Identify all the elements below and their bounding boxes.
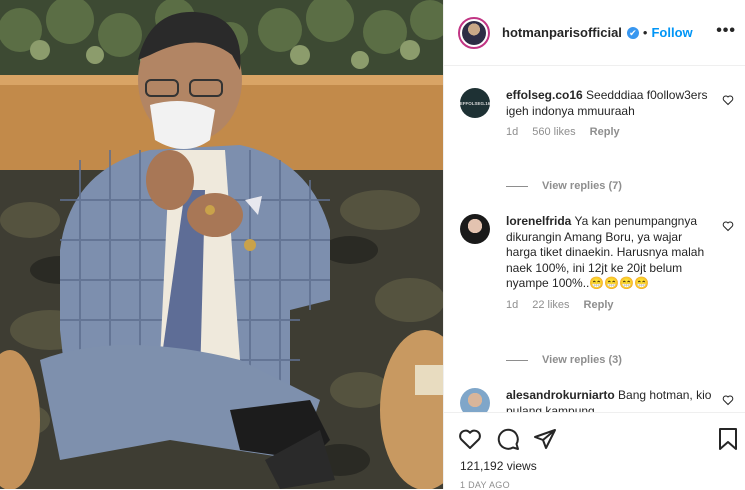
like-heart-icon[interactable] (458, 427, 482, 451)
view-replies-button[interactable]: View replies (3) (506, 354, 622, 366)
more-options-icon[interactable]: ••• (716, 22, 736, 40)
comment-likes[interactable]: 560 likes (532, 126, 575, 138)
comment-username[interactable]: alesandrokurniarto (506, 388, 615, 402)
author-username[interactable]: hotmanparisofficial (502, 25, 622, 40)
view-replies-label: View replies (3) (542, 354, 622, 366)
comment-avatar[interactable] (460, 214, 490, 244)
view-replies-line (506, 185, 528, 187)
view-replies-line (506, 359, 528, 361)
comment-like-heart-icon[interactable] (722, 220, 734, 232)
author-avatar[interactable] (458, 16, 490, 49)
comment-meta: 1d 22 likes Reply (506, 298, 716, 314)
comment-like-heart-icon[interactable] (722, 94, 734, 106)
comment-body: effolseg.co16 Seedddiaa f0ollow3ers igeh… (506, 88, 716, 141)
bookmark-icon[interactable] (716, 427, 740, 451)
post-photo (0, 0, 443, 489)
comment-likes[interactable]: 22 likes (532, 299, 569, 311)
comment-username[interactable]: lorenelfrida (506, 214, 571, 228)
reply-button[interactable]: Reply (584, 299, 614, 311)
separator-dot: • (642, 25, 648, 40)
comment-icon[interactable] (496, 427, 520, 451)
comment-body: alesandrokurniarto Bang hotman, kio pula… (506, 388, 716, 412)
comment-like-heart-icon[interactable] (722, 394, 734, 406)
post-side-panel: hotmanparisofficial ✔ • Follow ••• EFFOL… (443, 0, 745, 490)
comment-meta: 1d 560 likes Reply (506, 125, 716, 141)
post-media[interactable] (0, 0, 443, 489)
post-header: hotmanparisofficial ✔ • Follow ••• (444, 0, 745, 66)
post-actions-bar: 121,192 views 1 DAY AGO (444, 412, 745, 490)
comment-avatar[interactable] (460, 388, 490, 412)
share-icon[interactable] (533, 427, 557, 451)
reply-button[interactable]: Reply (590, 126, 620, 138)
comment-avatar[interactable]: EFFOLSEG.16 (460, 88, 490, 118)
verified-badge-icon: ✔ (626, 26, 639, 39)
comment-time[interactable]: 1d (506, 299, 518, 311)
view-replies-label: View replies (7) (542, 180, 622, 192)
comment-username[interactable]: effolseg.co16 (506, 88, 583, 102)
comment-time[interactable]: 1d (506, 126, 518, 138)
view-replies-button[interactable]: View replies (7) (506, 180, 622, 192)
follow-button[interactable]: Follow (651, 25, 692, 40)
views-count[interactable]: 121,192 views (460, 459, 537, 473)
comment-body: lorenelfrida Ya kan penumpangnya dikuran… (506, 214, 716, 313)
comments-list[interactable]: EFFOLSEG.16 effolseg.co16 Seedddiaa f0ol… (444, 66, 745, 412)
